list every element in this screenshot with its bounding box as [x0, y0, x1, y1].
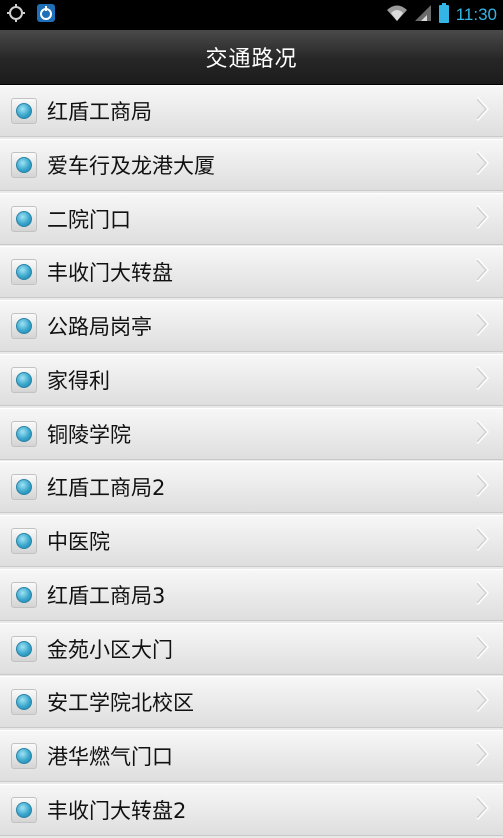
list-item-label: 家得利 [47, 368, 110, 393]
app-notification-icon [36, 3, 56, 27]
list-item-label: 公路局岗亭 [47, 315, 152, 339]
list-item-label: 安工学院北校区 [47, 691, 194, 716]
signal-icon [414, 4, 432, 26]
chevron-right-icon [475, 634, 490, 664]
list-item[interactable]: 安工学院北校区 [0, 676, 503, 729]
blue-dot-icon [11, 151, 37, 178]
chevron-right-icon [475, 472, 490, 502]
list-item[interactable]: 红盾工商局2 [0, 461, 503, 514]
battery-icon [438, 3, 450, 27]
blue-dot-icon [11, 420, 37, 447]
list-item[interactable]: 红盾工商局3 [0, 568, 503, 621]
blue-dot-icon [11, 796, 37, 823]
status-time: 11:30 [455, 5, 497, 24]
list-item[interactable]: 丰收门大转盘2 [0, 783, 503, 836]
chevron-right-icon [475, 795, 490, 825]
list-item-label: 二院门口 [47, 207, 131, 232]
list-item-label: 丰收门大转盘 [47, 261, 173, 286]
page-title: 交通路况 [205, 47, 298, 72]
blue-dot-icon [11, 689, 37, 716]
blue-dot-icon [11, 313, 37, 339]
list-item[interactable]: 金苑小区大门 [0, 622, 503, 675]
list-item[interactable]: 家得利 [0, 353, 503, 406]
blue-dot-icon [11, 528, 37, 554]
list-item-label: 中医院 [47, 530, 110, 554]
chevron-right-icon [475, 150, 490, 180]
list-item[interactable]: 爱车行及龙港大厦 [0, 138, 503, 191]
blue-dot-icon [11, 98, 37, 124]
list-item-label: 港华燃气门口 [47, 745, 173, 769]
blue-dot-icon [11, 474, 37, 501]
blue-dot-icon [11, 205, 37, 232]
list-item-label: 铜陵学院 [47, 422, 131, 447]
blue-dot-icon [11, 259, 37, 286]
title-bar: 交通路况 [0, 30, 503, 85]
location-list: 红盾工商局 爱车行及龙港大厦 二院门口 丰收门大转盘 公路局岗亭 家得利 铜陵学… [0, 85, 503, 838]
list-item[interactable]: 公路局岗亭 [0, 300, 503, 352]
list-item[interactable]: 铜陵学院 [0, 407, 503, 460]
chevron-right-icon [475, 741, 490, 771]
chevron-right-icon [475, 687, 490, 717]
status-bar: 11:30 [0, 0, 503, 30]
chevron-right-icon [475, 419, 490, 449]
list-item[interactable]: 二院门口 [0, 192, 503, 245]
list-item[interactable]: 中医院 [0, 515, 503, 567]
chevron-right-icon [475, 311, 490, 341]
list-item-label: 红盾工商局2 [47, 476, 166, 501]
list-item[interactable]: 丰收门大转盘 [0, 246, 503, 299]
list-item[interactable]: 红盾工商局 [0, 85, 503, 137]
list-item[interactable]: 港华燃气门口 [0, 730, 503, 782]
chevron-right-icon [475, 96, 490, 126]
chevron-right-icon [475, 526, 490, 556]
sync-icon [6, 3, 26, 27]
list-item-label: 爱车行及龙港大厦 [47, 153, 215, 178]
chevron-right-icon [475, 257, 490, 287]
blue-dot-icon [11, 743, 37, 769]
blue-dot-icon [11, 366, 37, 393]
chevron-right-icon [475, 580, 490, 610]
wifi-icon [386, 4, 408, 26]
list-item-label: 金苑小区大门 [47, 637, 173, 662]
list-item-label: 红盾工商局 [47, 100, 152, 124]
chevron-right-icon [475, 204, 490, 234]
list-item-label: 红盾工商局3 [47, 583, 166, 608]
chevron-right-icon [475, 365, 490, 395]
blue-dot-icon [11, 635, 37, 662]
list-item-label: 丰收门大转盘2 [47, 798, 187, 823]
blue-dot-icon [11, 581, 37, 608]
